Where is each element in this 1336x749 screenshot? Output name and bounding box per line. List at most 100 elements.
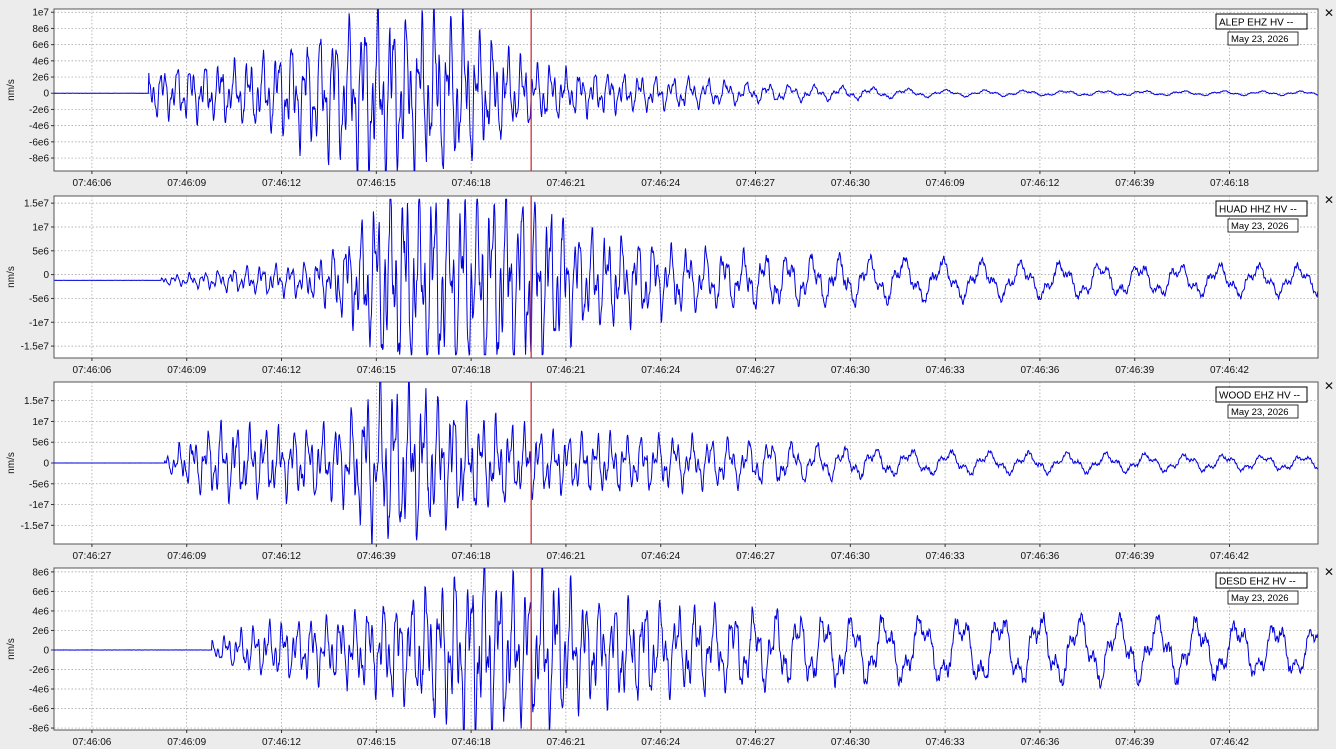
x-tick-label: 07:46:33 (926, 365, 965, 376)
y-tick-label: -4e6 (29, 685, 49, 696)
x-tick-label: 07:46:27 (736, 737, 775, 748)
x-tick-label: 07:46:21 (546, 551, 585, 562)
date-label: May 23, 2026 (1231, 34, 1289, 45)
date-label: May 23, 2026 (1231, 593, 1289, 604)
y-tick-label: -8e6 (29, 154, 49, 165)
y-tick-label: 1e7 (32, 417, 49, 428)
x-tick-label: 07:46:06 (72, 178, 111, 189)
station-label-box: WOOD EHZ HV -- (1215, 386, 1308, 403)
date-label: May 23, 2026 (1231, 221, 1289, 232)
x-tick-label: 07:46:12 (262, 737, 301, 748)
y-tick-label: 5e6 (32, 438, 49, 449)
x-tick-label: 07:46:36 (1020, 365, 1059, 376)
seismogram-chart: 8e6 6e6 4e6 2e6 0 -2e6 -4e6 -6e6 -8e6 07:46:06 07:… (6, 565, 1334, 748)
plot-area (53, 195, 1319, 359)
x-tick-label: 07:46:09 (167, 178, 206, 189)
station-label-box: HUAD HHZ HV -- (1215, 200, 1308, 217)
x-tick-label: 07:46:42 (1210, 737, 1249, 748)
x-tick-label: 07:46:06 (72, 737, 111, 748)
y-tick-label: 2e6 (32, 626, 49, 637)
x-tick-label: 07:46:15 (357, 365, 396, 376)
x-tick-label: 07:46:15 (357, 178, 396, 189)
date-label-box: May 23, 2026 (1227, 218, 1299, 233)
x-tick-label: 07:46:24 (641, 737, 680, 748)
x-tick-label: 07:46:09 (167, 365, 206, 376)
y-tick-label: 1.5e7 (24, 396, 49, 407)
x-tick-label: 07:46:39 (1115, 551, 1154, 562)
y-tick-label: 4e6 (32, 56, 49, 67)
x-tick-label: 07:46:18 (452, 551, 491, 562)
x-tick-label: 07:46:21 (546, 178, 585, 189)
date-label-box: May 23, 2026 (1227, 31, 1299, 46)
y-tick-label: 6e6 (32, 587, 49, 598)
x-tick-label: 07:46:33 (926, 737, 965, 748)
close-icon[interactable]: ✕ (1324, 379, 1334, 393)
y-tick-label: 8e6 (32, 567, 49, 578)
y-tick-label: -8e6 (29, 724, 49, 735)
x-tick-label: 07:46:12 (262, 551, 301, 562)
x-tick-label: 07:46:42 (1210, 551, 1249, 562)
x-tick-label: 07:46:36 (1020, 737, 1059, 748)
x-tick-label: 07:46:33 (926, 551, 965, 562)
seismogram-panel-2[interactable]: 1.5e7 1e7 5e6 0 -5e6 -1e7 -1.5e7 07:46:06 07:46:… (0, 192, 1336, 376)
seismogram-panel-1[interactable]: 1e7 8e6 6e6 4e6 2e6 0 -2e6 -4e6 -6e6 -8e6 07:46:06… (0, 5, 1336, 189)
y-tick-label: 1e7 (32, 222, 49, 233)
y-axis-label: nm/s (6, 638, 17, 660)
y-tick-label: 6e6 (32, 40, 49, 51)
x-tick-label: 07:46:30 (831, 365, 870, 376)
y-tick-label: 1.5e7 (24, 199, 49, 210)
x-tick-label: 07:46:21 (546, 365, 585, 376)
station-label: DESD EHZ HV -- (1219, 577, 1296, 588)
station-label-box: DESD EHZ HV -- (1215, 572, 1308, 589)
y-tick-label: -1e7 (29, 500, 49, 511)
y-tick-label: 2e6 (32, 73, 49, 84)
x-tick-label: 07:46:15 (357, 737, 396, 748)
y-axis-label: nm/s (6, 266, 17, 288)
x-tick-label: 07:46:09 (167, 551, 206, 562)
y-tick-label: 4e6 (32, 606, 49, 617)
x-tick-label: 07:46:39 (357, 551, 396, 562)
x-tick-label: 07:46:06 (72, 365, 111, 376)
close-icon[interactable]: ✕ (1324, 6, 1334, 20)
seismogram-panel-4[interactable]: 8e6 6e6 4e6 2e6 0 -2e6 -4e6 -6e6 -8e6 07:46:06 07:… (0, 564, 1336, 748)
x-tick-label: 07:46:24 (641, 551, 680, 562)
y-tick-label: -2e6 (29, 105, 49, 116)
x-tick-label: 07:46:30 (831, 737, 870, 748)
x-tick-label: 07:46:30 (831, 551, 870, 562)
seismogram-chart: 1.5e7 1e7 5e6 0 -5e6 -1e7 -1.5e7 07:46:06 07:46:… (6, 193, 1334, 376)
x-tick-label: 07:46:12 (262, 365, 301, 376)
seismogram-chart: 1e7 8e6 6e6 4e6 2e6 0 -2e6 -4e6 -6e6 -8e6 07:46:06… (6, 6, 1334, 189)
y-tick-label: -6e6 (29, 704, 49, 715)
y-tick-label: 5e6 (32, 246, 49, 257)
x-tick-label: 07:46:12 (1020, 178, 1059, 189)
close-icon[interactable]: ✕ (1324, 193, 1334, 207)
plot-area (53, 567, 1319, 731)
seismogram-chart: 1.5e7 1e7 5e6 0 -5e6 -1e7 -1.5e7 07:46:27 07:46:… (6, 379, 1334, 562)
x-tick-label: 07:46:18 (452, 178, 491, 189)
x-tick-label: 07:46:42 (1210, 365, 1249, 376)
station-label: WOOD EHZ HV -- (1219, 391, 1300, 402)
y-tick-label: 1e7 (32, 8, 49, 19)
y-tick-label: -1.5e7 (21, 521, 50, 532)
y-tick-label: -5e6 (29, 479, 49, 490)
x-tick-label: 07:46:09 (167, 737, 206, 748)
x-tick-label: 07:46:27 (736, 365, 775, 376)
y-axis-label: nm/s (6, 79, 17, 101)
seismogram-panel-3[interactable]: 1.5e7 1e7 5e6 0 -5e6 -1e7 -1.5e7 07:46:27 07:46:… (0, 378, 1336, 562)
x-tick-label: 07:46:39 (1115, 737, 1154, 748)
date-label-box: May 23, 2026 (1227, 404, 1299, 419)
y-tick-label: -1.5e7 (21, 342, 50, 353)
y-tick-label: -4e6 (29, 121, 49, 132)
x-tick-label: 07:46:12 (262, 178, 301, 189)
y-tick-label: 0 (43, 270, 49, 281)
y-tick-label: -1e7 (29, 318, 49, 329)
x-tick-label: 07:46:21 (546, 737, 585, 748)
date-label: May 23, 2026 (1231, 407, 1289, 418)
x-tick-label: 07:46:18 (1210, 178, 1249, 189)
station-label-box: ALEP EHZ HV -- (1215, 13, 1308, 30)
y-tick-label: -6e6 (29, 137, 49, 148)
y-tick-label: 0 (43, 459, 49, 470)
y-axis-label: nm/s (6, 452, 17, 474)
close-icon[interactable]: ✕ (1324, 565, 1334, 579)
date-label-box: May 23, 2026 (1227, 590, 1299, 605)
